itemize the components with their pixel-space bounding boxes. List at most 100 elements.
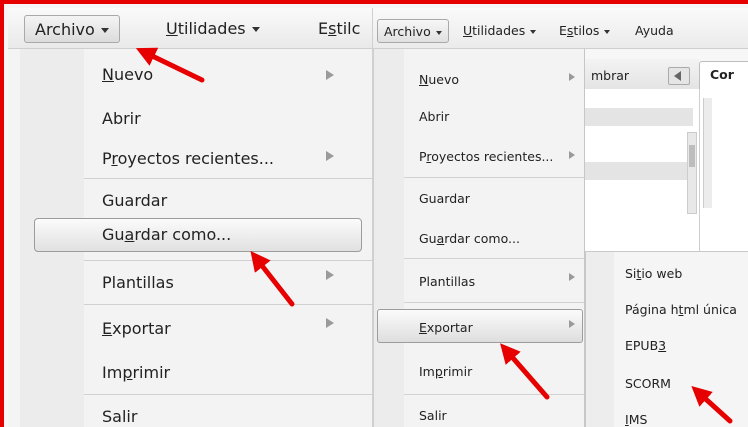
access-key: E xyxy=(102,319,113,338)
menu-item-imprimir[interactable]: Imprimir xyxy=(102,362,170,384)
actual-menu-view: Archivo Utilidades Estilos Ayuda mbrar C… xyxy=(372,8,748,427)
item-label: io web xyxy=(641,266,683,281)
access-key: 3 xyxy=(658,338,667,353)
item-label: uevo xyxy=(428,72,460,87)
menu-label: E xyxy=(318,19,329,38)
collapse-button[interactable] xyxy=(668,67,690,85)
submenu-item-epub3[interactable]: EPUB3 xyxy=(625,338,666,354)
menu-item-plantillas[interactable]: Plantillas xyxy=(102,272,174,294)
item-label: Abrir xyxy=(102,109,141,128)
menu-estilos[interactable]: Estilos xyxy=(553,19,616,43)
access-key: N xyxy=(419,72,429,87)
menu-utilidades[interactable]: Utilidades xyxy=(156,15,270,43)
menu-archivo[interactable]: Archivo xyxy=(377,19,449,43)
item-label: xportar xyxy=(426,320,473,335)
scrollbar-thumb[interactable] xyxy=(689,145,695,167)
menu-item-guardar-como[interactable]: Guardar como... xyxy=(419,231,520,247)
access-key: U xyxy=(166,19,178,38)
item-label: MS xyxy=(628,412,648,427)
submenu-item-sitio-web[interactable]: Sitio web xyxy=(625,266,682,282)
submenu-arrow-icon xyxy=(326,270,334,280)
list-row[interactable] xyxy=(569,108,693,126)
menu-item-salir[interactable]: Salir xyxy=(102,406,137,427)
menu-label: tilidades xyxy=(177,19,246,38)
submenu-item-ims[interactable]: IMS xyxy=(625,412,647,427)
menu-item-nuevo[interactable]: Nuevo xyxy=(102,64,153,86)
submenu-item-pagina-html-unica[interactable]: Página html única xyxy=(625,302,737,318)
menu-item-proyectos-recientes[interactable]: Proyectos recientes... xyxy=(102,148,274,170)
submenu-arrow-icon xyxy=(569,151,575,159)
access-key: p xyxy=(122,363,133,382)
item-label: Guardar xyxy=(419,191,470,206)
menu-estilos[interactable]: Estilc xyxy=(308,15,370,43)
menu-label: tilidades xyxy=(472,23,526,38)
item-label: Guardar xyxy=(102,191,168,210)
item-label: rimir xyxy=(132,363,171,382)
menu-separator xyxy=(404,394,584,395)
chevron-down-icon xyxy=(251,27,260,32)
arrow-left-icon xyxy=(674,71,681,81)
menu-item-imprimir[interactable]: Imprimir xyxy=(419,364,472,380)
access-key: p xyxy=(434,364,443,379)
item-label: Im xyxy=(102,363,123,382)
item-label: EPUB xyxy=(625,338,659,353)
menu-item-abrir[interactable]: Abrir xyxy=(102,108,141,130)
access-key: U xyxy=(463,23,473,38)
submenu-arrow-icon xyxy=(326,151,334,161)
scrollbar[interactable] xyxy=(687,132,697,214)
menu-item-nuevo[interactable]: Nuevo xyxy=(419,72,459,88)
menu-item-guardar[interactable]: Guardar xyxy=(102,190,167,212)
menu-item-guardar[interactable]: Guardar xyxy=(419,191,470,207)
menu-item-plantillas[interactable]: Plantillas xyxy=(419,274,475,290)
list-row[interactable] xyxy=(569,162,693,180)
menu-separator xyxy=(84,178,372,179)
item-label: rimir xyxy=(442,364,473,379)
item-label: uevo xyxy=(113,65,154,84)
item-label: Im xyxy=(419,364,435,379)
menu-separator xyxy=(84,304,372,305)
screenshot-frame: Archivo Utilidades Estilc Nuevo Abrir Pr… xyxy=(0,0,748,427)
chevron-down-icon xyxy=(530,29,537,34)
item-label: Abrir xyxy=(419,109,450,124)
item-label: rdar como... xyxy=(134,225,232,244)
side-scrollbar[interactable] xyxy=(703,98,712,208)
menu-ayuda[interactable]: Ayuda xyxy=(629,19,680,43)
item-label: rdar como... xyxy=(444,231,520,246)
access-key: N xyxy=(102,65,114,84)
chevron-down-icon xyxy=(604,29,611,34)
menu-label: Archivo xyxy=(384,24,431,39)
menu-item-proyectos-recientes[interactable]: Proyectos recientes... xyxy=(419,149,553,165)
item-label: P xyxy=(102,149,112,168)
menu-label: Archivo xyxy=(35,20,95,39)
item-label: Gu xyxy=(102,225,125,244)
tab-contenido[interactable]: Cor xyxy=(699,61,748,89)
menu-separator xyxy=(404,258,584,259)
menu-item-exportar[interactable]: Exportar xyxy=(102,318,171,340)
submenu-icon-gutter xyxy=(586,252,614,427)
submenu-arrow-icon xyxy=(569,273,575,281)
item-label: oyectos recientes... xyxy=(117,149,274,168)
menubar: Archivo Utilidades Estilc xyxy=(8,8,372,49)
item-label: Plantillas xyxy=(419,274,476,289)
menu-utilidades[interactable]: Utilidades xyxy=(457,19,542,43)
menu-item-salir[interactable]: Salir xyxy=(419,408,447,424)
item-label: xportar xyxy=(112,319,171,338)
item-label: ml única xyxy=(683,302,737,317)
submenu-arrow-icon xyxy=(326,70,334,80)
menu-label: tilos xyxy=(573,23,600,38)
menu-item-exportar[interactable]: Exportar xyxy=(419,320,473,336)
menu-item-guardar-como[interactable]: Guardar como... xyxy=(102,224,231,246)
menubar: Archivo Utilidades Estilos Ayuda xyxy=(373,8,748,49)
item-label: SCORM xyxy=(625,376,671,391)
menu-item-highlight xyxy=(377,309,583,343)
chevron-down-icon xyxy=(100,28,109,33)
menu-separator xyxy=(404,177,584,178)
menu-item-abrir[interactable]: Abrir xyxy=(419,109,449,125)
tab-label: Cor xyxy=(710,67,734,82)
item-label: Página h xyxy=(625,302,679,317)
item-label: Gu xyxy=(419,231,437,246)
menu-label: E xyxy=(559,23,567,38)
submenu-item-scorm[interactable]: SCORM xyxy=(625,376,671,392)
item-label: Salir xyxy=(419,408,447,423)
menu-archivo[interactable]: Archivo xyxy=(24,15,120,43)
